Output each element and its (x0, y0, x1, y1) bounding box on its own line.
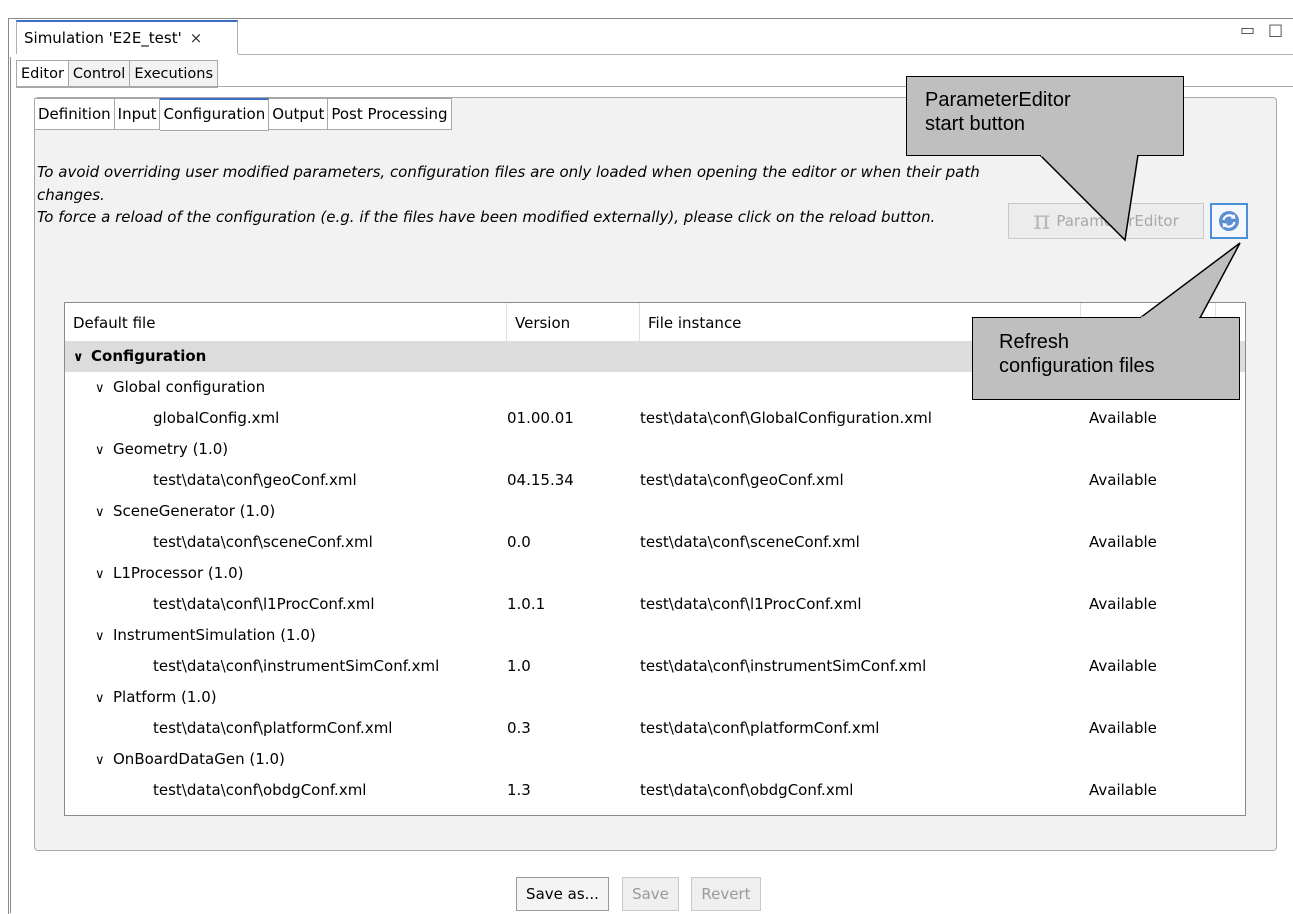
callout-refresh-line2: configuration files (999, 355, 1155, 377)
revert-button[interactable]: Revert (691, 877, 761, 911)
parameter-editor-callout: ParameterEditor start button (906, 76, 1184, 156)
refresh-callout: Refresh configuration files (972, 317, 1240, 400)
callout-refresh-line1: Refresh (999, 331, 1070, 353)
save-button[interactable]: Save (622, 877, 679, 911)
refresh-callout-pointer (1137, 242, 1241, 319)
callout-parameter-editor-line2: start button (925, 113, 1026, 135)
save-as-button[interactable]: Save as... (516, 877, 609, 911)
callout-parameter-editor-line1: ParameterEditor (925, 89, 1071, 111)
parameter-editor-callout-pointer (1038, 154, 1139, 242)
